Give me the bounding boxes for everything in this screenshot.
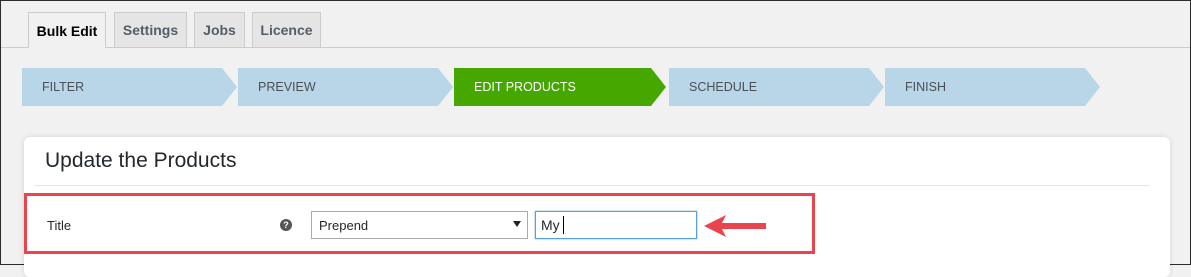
step-filter[interactable]: FILTER bbox=[22, 68, 237, 106]
title-action-select[interactable]: Prepend bbox=[311, 211, 528, 239]
step-label: EDIT PRODUCTS bbox=[474, 80, 576, 94]
step-preview[interactable]: PREVIEW bbox=[238, 68, 453, 106]
question-icon[interactable]: ? bbox=[280, 219, 292, 231]
step-label: FINISH bbox=[905, 80, 946, 94]
tab-bulk-edit[interactable]: Bulk Edit bbox=[28, 12, 106, 48]
tab-settings[interactable]: Settings bbox=[114, 12, 187, 47]
chevron-down-icon bbox=[513, 221, 521, 227]
step-finish[interactable]: FINISH bbox=[885, 68, 1100, 106]
text-caret bbox=[563, 216, 564, 234]
card-title: Update the Products bbox=[45, 149, 237, 172]
tab-bar: Bulk Edit Settings Jobs Licence bbox=[1, 1, 1190, 48]
title-value-input[interactable] bbox=[535, 211, 697, 239]
divider bbox=[34, 185, 1150, 186]
step-edit-products[interactable]: EDIT PRODUCTS bbox=[454, 68, 666, 106]
arrow-left-icon bbox=[704, 215, 766, 237]
tab-label: Licence bbox=[260, 22, 313, 38]
step-schedule[interactable]: SCHEDULE bbox=[669, 68, 884, 106]
tab-jobs[interactable]: Jobs bbox=[194, 12, 245, 47]
title-field-label: Title bbox=[47, 218, 72, 233]
step-label: FILTER bbox=[42, 80, 85, 94]
tab-label: Settings bbox=[122, 22, 179, 38]
tab-label: Bulk Edit bbox=[36, 22, 98, 39]
step-label: SCHEDULE bbox=[689, 80, 758, 94]
step-label: PREVIEW bbox=[258, 80, 316, 94]
tab-licence[interactable]: Licence bbox=[252, 12, 321, 47]
tab-label: Jobs bbox=[203, 22, 236, 38]
select-value: Prepend bbox=[319, 217, 369, 233]
